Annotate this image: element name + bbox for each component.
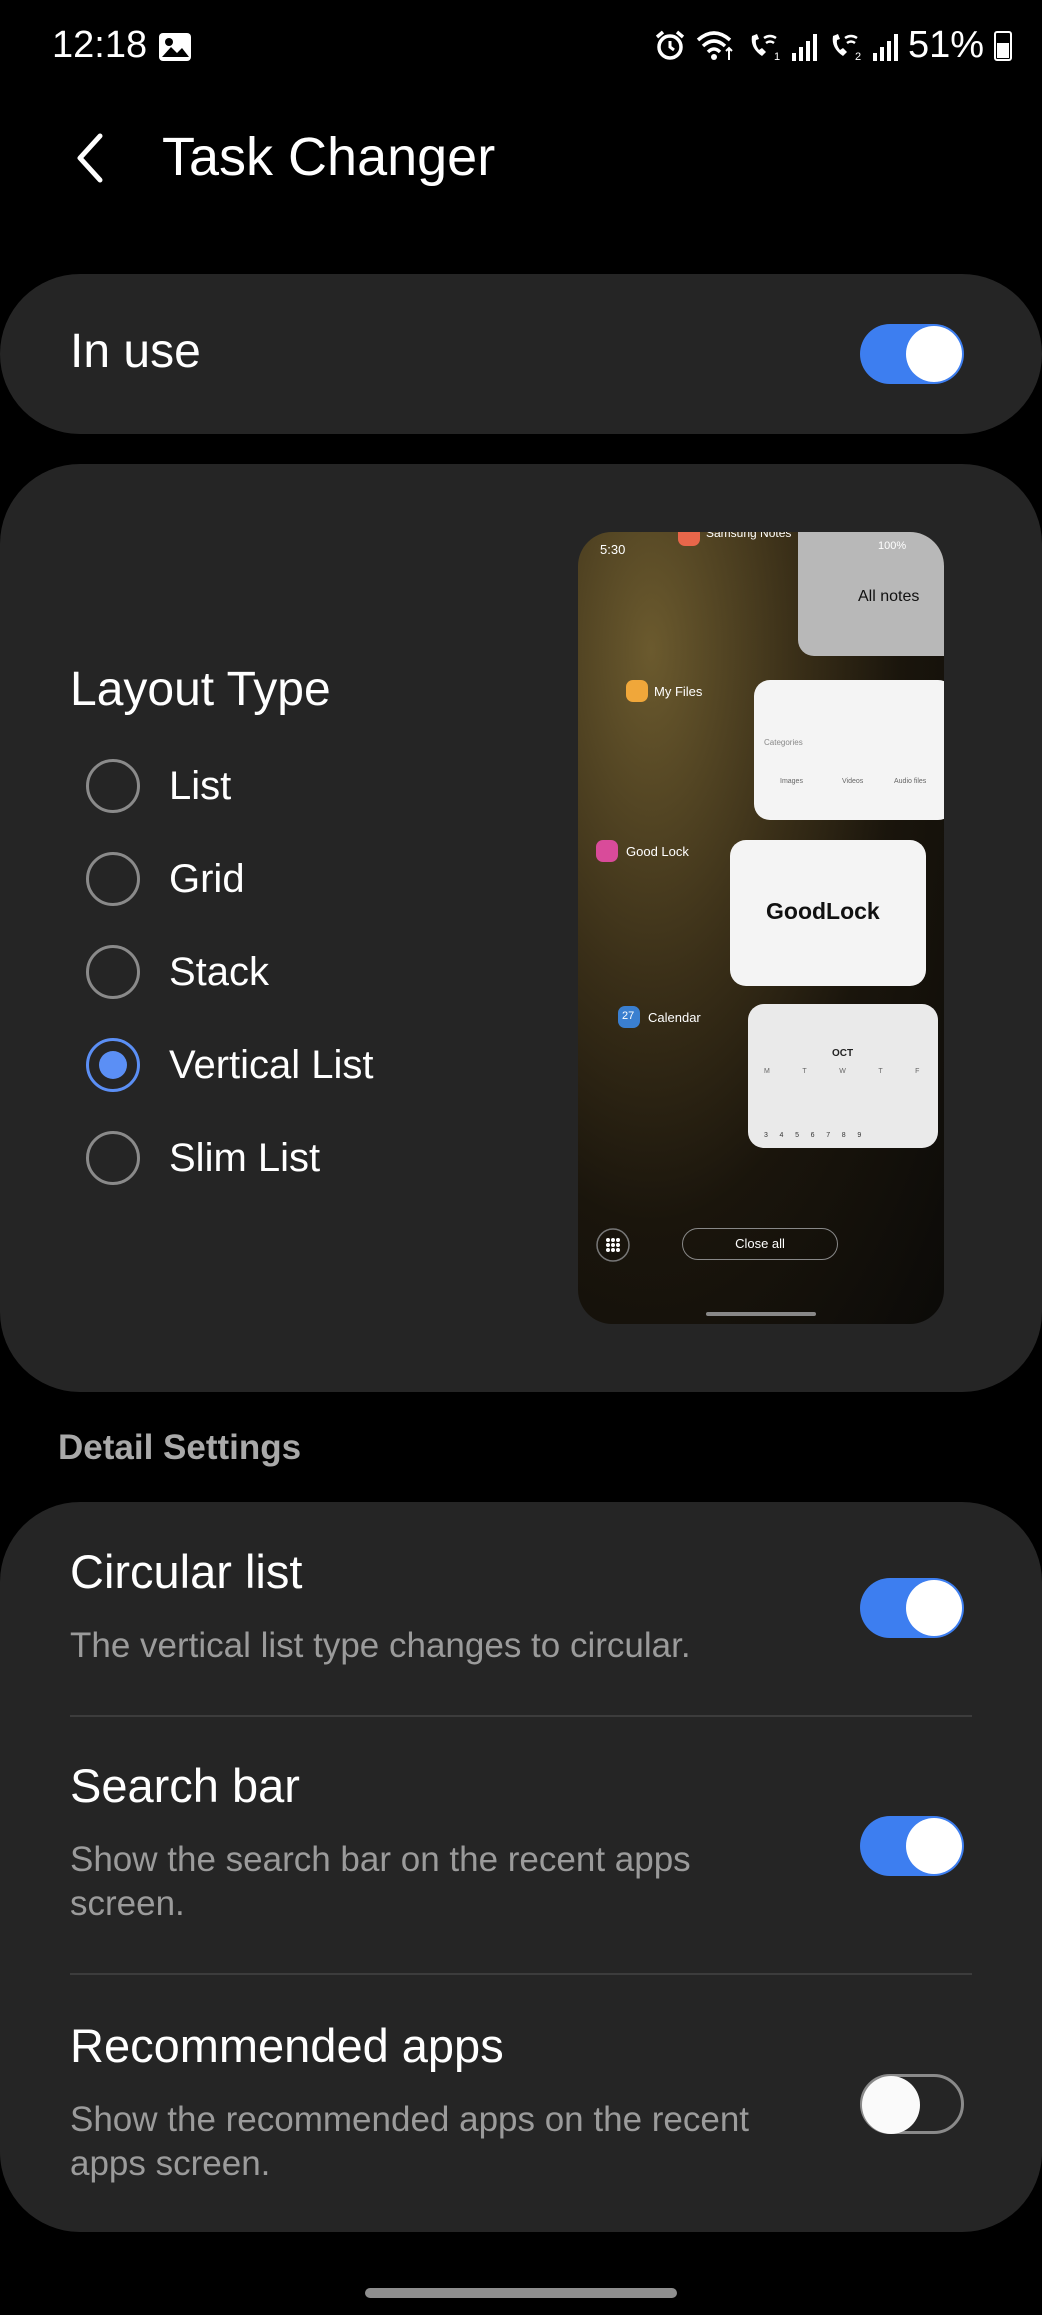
preview-calendar-badge: 27 [622, 1010, 635, 1022]
preview-nav-handle [706, 1312, 816, 1316]
preview-files-item: Videos [842, 778, 864, 785]
setting-subtitle: apps screen. [70, 2144, 271, 2183]
wifi-calling-sim2-icon: 2 [832, 33, 861, 62]
preview-calendar-row: M T W T F S S [764, 1068, 923, 1075]
preview-notes-text: All notes [858, 588, 920, 605]
preview-close-all-label: Close all [735, 1236, 785, 1251]
preview-files-item: Audio files [894, 778, 927, 785]
layout-preview: 5:30 Samsung Notes 100% All notes My Fil… [578, 532, 944, 1324]
alarm-icon [655, 30, 685, 60]
in-use-card[interactable]: In use [0, 274, 1042, 434]
my-files-app-icon [626, 680, 648, 702]
layout-option-label: Grid [169, 856, 245, 901]
svg-text:1: 1 [774, 51, 780, 62]
preview-calendar-card: OCT M T W T F S S 3 4 5 6 7 8 9 [748, 1004, 938, 1148]
layout-type-title: Layout Type [70, 663, 331, 716]
gallery-notification-icon [159, 33, 191, 61]
preview-goodlock-text: GoodLock [766, 898, 880, 924]
status-icons: 1 2 51% [654, 24, 1012, 67]
layout-option-label: List [169, 763, 232, 808]
setting-title: Search bar [70, 1759, 300, 1812]
layout-option-vertical-list[interactable]: Vertical List [86, 1035, 374, 1095]
preview-close-all-button: Close all [682, 1228, 838, 1260]
samsung-notes-app-icon [678, 532, 700, 546]
layout-option-slim-list[interactable]: Slim List [86, 1128, 374, 1188]
page-title: Task Changer [162, 127, 496, 187]
layout-option-grid[interactable]: Grid [86, 849, 374, 909]
radio-list[interactable] [86, 759, 140, 813]
preview-calendar-month: OCT [832, 1048, 854, 1059]
preview-calendar-row: 3 4 5 6 7 8 9 [764, 1132, 862, 1139]
wifi-icon [696, 30, 733, 60]
gesture-nav-handle[interactable] [365, 2288, 677, 2298]
preview-apps-grid-icon [596, 1228, 630, 1262]
in-use-label: In use [70, 325, 201, 378]
layout-option-label: Stack [169, 949, 270, 994]
setting-row-search-bar[interactable]: Search bar Show the search bar on the re… [70, 1758, 790, 1928]
layout-option-label: Vertical List [169, 1042, 374, 1087]
preview-files-card: Categories Images Videos Audio files [754, 680, 944, 820]
circular-list-toggle[interactable] [860, 1578, 964, 1638]
signal-sim2-icon [872, 31, 898, 61]
setting-subtitle: Show the recommended apps on the recent [70, 2100, 750, 2139]
setting-subtitle: The vertical list type changes to circul… [70, 1626, 691, 1665]
preview-notes-card: 100% All notes [798, 532, 944, 656]
layout-option-stack[interactable]: Stack [86, 942, 374, 1002]
layout-option-label: Slim List [169, 1135, 321, 1180]
divider [70, 1973, 972, 1975]
good-lock-app-icon [596, 840, 618, 862]
preview-app-label: Samsung Notes [706, 532, 792, 540]
radio-vertical-list[interactable] [86, 1038, 140, 1092]
preview-app-label: Calendar [648, 1010, 701, 1025]
radio-grid[interactable] [86, 852, 140, 906]
wifi-calling-icon: 1 [751, 33, 780, 62]
setting-subtitle: screen. [70, 1884, 185, 1923]
setting-row-recommended-apps[interactable]: Recommended apps Show the recommended ap… [70, 2018, 810, 2188]
setting-subtitle: Show the search bar on the recent apps [70, 1840, 691, 1879]
battery-percent: 51% [907, 24, 984, 66]
battery-icon [994, 30, 1012, 61]
setting-title: Recommended apps [70, 2019, 504, 2072]
layout-options: List Grid Stack Vertical List Slim List [86, 756, 374, 1188]
search-bar-toggle[interactable] [860, 1816, 964, 1876]
radio-slim-list[interactable] [86, 1131, 140, 1185]
preview-files-section: Categories [764, 738, 803, 747]
in-use-toggle[interactable] [860, 324, 964, 384]
setting-title: Circular list [70, 1545, 303, 1598]
radio-stack[interactable] [86, 945, 140, 999]
setting-row-circular-list[interactable]: Circular list The vertical list type cha… [70, 1544, 970, 1684]
detail-settings-header: Detail Settings [58, 1428, 302, 1467]
preview-time: 5:30 [600, 542, 626, 557]
layout-option-list[interactable]: List [86, 756, 374, 816]
back-arrow-icon[interactable] [70, 128, 110, 188]
status-bar: 12:18 1 2 51% [0, 0, 1042, 100]
recommended-apps-toggle[interactable] [860, 2074, 964, 2134]
svg-text:2: 2 [855, 51, 861, 62]
preview-goodlock-card: GoodLock [730, 840, 926, 986]
preview-files-item: Images [780, 778, 803, 785]
preview-app-label: Good Lock [626, 844, 689, 859]
signal-sim1-icon [791, 31, 817, 61]
preview-app-label: My Files [654, 684, 703, 699]
status-time: 12:18 [52, 24, 148, 66]
preview-notes-status: 100% [878, 540, 907, 552]
divider [70, 1715, 972, 1717]
